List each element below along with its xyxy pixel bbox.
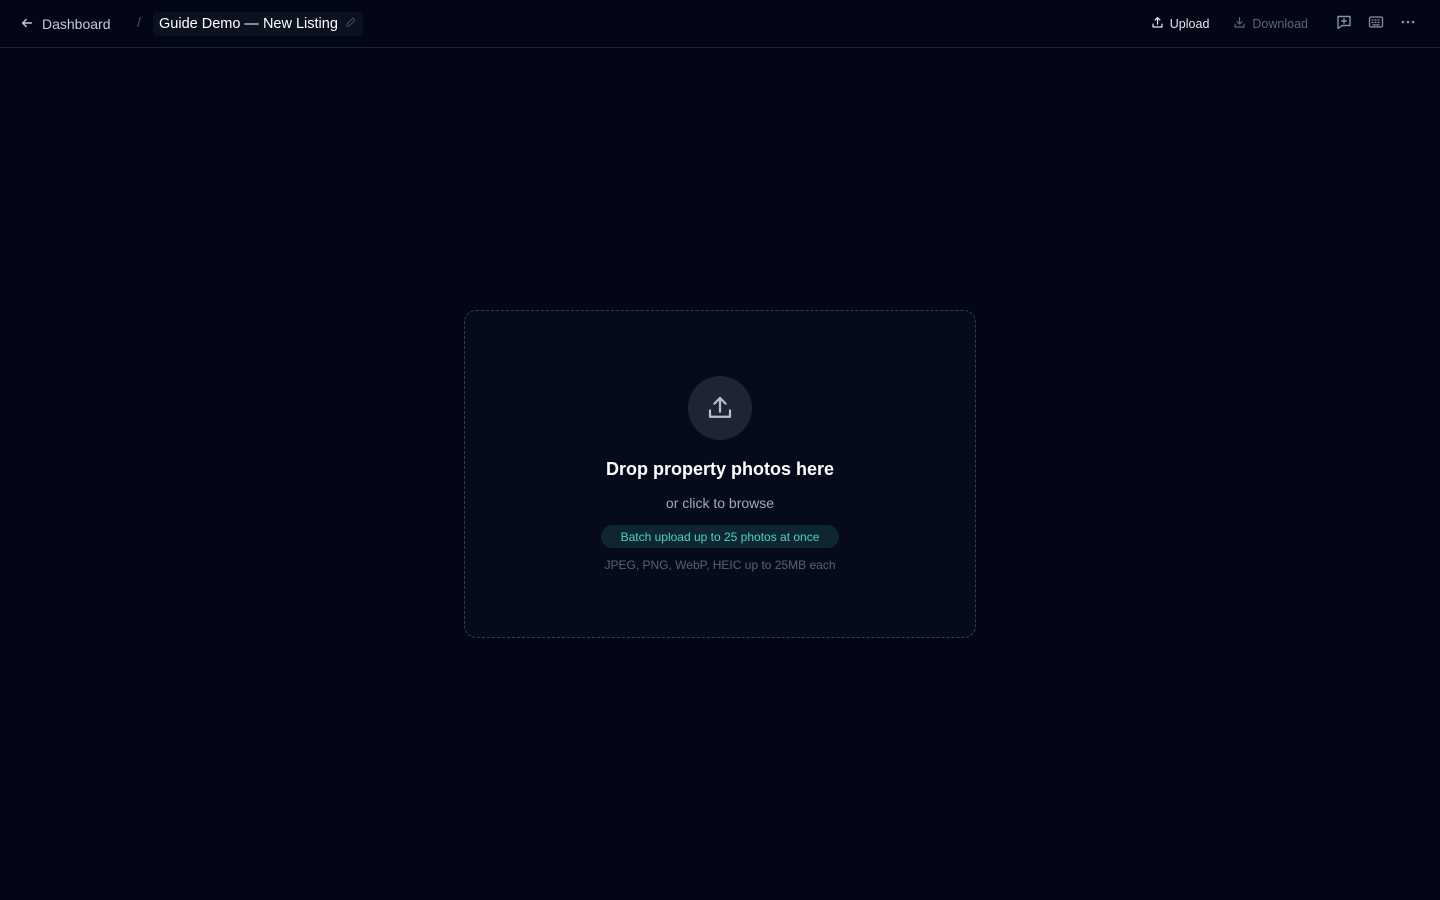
document-title-field[interactable]: Guide Demo — New Listing xyxy=(153,12,363,36)
top-bar: Dashboard / Guide Demo — New Listing Upl… xyxy=(0,0,1440,48)
download-button[interactable]: Download xyxy=(1225,12,1316,36)
download-label: Download xyxy=(1252,17,1308,31)
supported-formats-text: JPEG, PNG, WebP, HEIC up to 25MB each xyxy=(604,558,836,572)
batch-upload-badge: Batch upload up to 25 photos at once xyxy=(601,525,839,548)
upload-label: Upload xyxy=(1169,17,1210,31)
back-label: Dashboard xyxy=(42,16,111,32)
more-options-button[interactable] xyxy=(1394,12,1422,36)
feedback-button[interactable] xyxy=(1330,12,1358,36)
upload-tray-icon xyxy=(688,376,752,440)
photo-dropzone[interactable]: Drop property photos here or click to br… xyxy=(464,310,976,638)
message-plus-icon xyxy=(1336,14,1352,35)
keyboard-icon xyxy=(1368,14,1384,35)
more-horizontal-icon xyxy=(1400,14,1416,35)
document-title: Guide Demo — New Listing xyxy=(159,16,338,32)
breadcrumb-separator: / xyxy=(137,14,141,30)
dropzone-title: Drop property photos here xyxy=(605,459,834,479)
arrow-left-icon xyxy=(20,16,34,33)
dropzone-subtitle: or click to browse xyxy=(665,495,775,511)
upload-icon xyxy=(1151,16,1164,32)
upload-button[interactable]: Upload xyxy=(1143,12,1218,36)
header-actions: Upload Download xyxy=(1143,12,1422,36)
back-to-dashboard-link[interactable]: Dashboard xyxy=(20,12,111,36)
download-icon xyxy=(1233,16,1246,32)
keyboard-shortcuts-button[interactable] xyxy=(1362,12,1390,36)
pencil-icon[interactable] xyxy=(344,16,357,33)
